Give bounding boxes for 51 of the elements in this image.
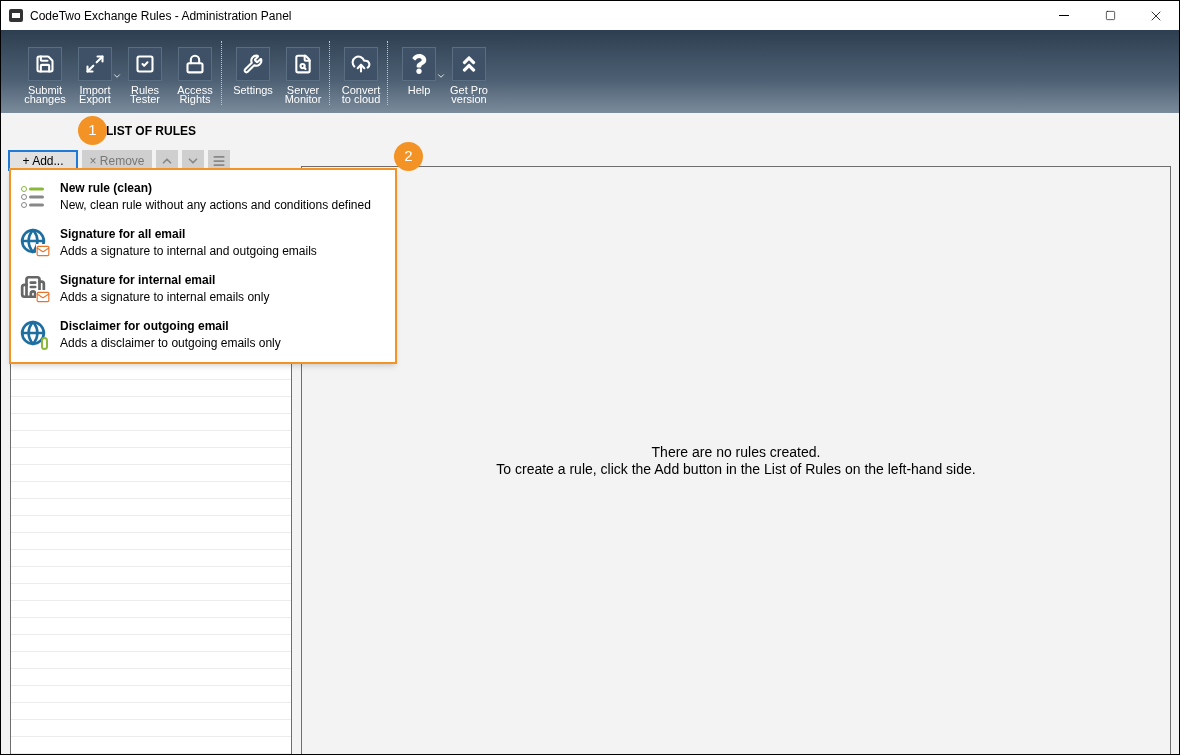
caret-icon: [112, 71, 122, 81]
toolbar-label[interactable]: Settings: [229, 86, 277, 95]
toolbar-icon-button[interactable]: [236, 47, 270, 81]
callout-badge: 2: [394, 142, 423, 171]
toolbar-label[interactable]: Access Rights: [171, 86, 219, 104]
panel-title: LIST OF RULES: [106, 123, 197, 140]
lock-icon: [185, 54, 205, 74]
list-icon: [20, 184, 46, 210]
toolbar-label[interactable]: Help: [395, 86, 443, 95]
menu-item-title[interactable]: Disclaimer for outgoing email: [60, 318, 281, 335]
toolbar-label[interactable]: Import Export: [71, 86, 119, 104]
menu-item-description: Adds a signature to internal emails only: [60, 289, 270, 306]
menu-item-description: Adds a signature to internal and outgoing emails: [60, 243, 317, 260]
minimize-icon: [1059, 15, 1069, 16]
menu-item-description: New, clean rule without any actions and conditions defined: [60, 197, 371, 214]
wrench-icon: [243, 54, 263, 74]
toolbar-label[interactable]: Get Pro version: [445, 86, 493, 104]
toolbar-icon-button[interactable]: [452, 47, 486, 81]
menu-item-description: Adds a disclaimer to outgoing emails only: [60, 335, 281, 352]
menu-item-title[interactable]: Signature for all email: [60, 226, 317, 243]
toolbar-label[interactable]: Rules Tester: [121, 86, 169, 104]
callout-badge: 1: [78, 116, 107, 145]
building-mail-icon: [20, 274, 50, 304]
toolbar-icon-button[interactable]: [344, 47, 378, 81]
document-search-icon: [293, 54, 313, 74]
save-icon: [35, 54, 55, 74]
menu-item-title[interactable]: Signature for internal email: [60, 272, 270, 289]
maximize-icon: [1104, 10, 1116, 21]
toolbar-icon-button[interactable]: [128, 47, 162, 81]
app-icon: [9, 9, 23, 22]
toolbar-label[interactable]: Server Monitor: [279, 86, 327, 104]
empty-state-text: There are no rules created.: [651, 443, 821, 461]
globe-mail-icon: [20, 228, 50, 258]
caret-icon: [436, 71, 446, 81]
checkbox-icon: [135, 54, 155, 74]
toolbar-icon-button[interactable]: [286, 47, 320, 81]
toolbar-icon-button[interactable]: [78, 47, 112, 81]
toolbar-label[interactable]: Submit changes: [21, 86, 69, 104]
double-up-arrow-icon: [459, 54, 479, 74]
toolbar-label[interactable]: Convert to cloud: [337, 86, 385, 104]
menu-item-title[interactable]: New rule (clean): [60, 180, 371, 197]
toolbar-icon-button[interactable]: [402, 47, 436, 81]
globe-document-icon: [20, 320, 50, 350]
hamburger-icon: [212, 153, 226, 168]
window-title: CodeTwo Exchange Rules - Administration Panel: [30, 7, 292, 25]
toolbar-icon-button[interactable]: [28, 47, 62, 81]
toolbar-icon-button[interactable]: [178, 47, 212, 81]
arrows-icon: [85, 54, 105, 74]
question-mark-icon: [409, 54, 429, 74]
empty-state-text: To create a rule, click the Add button in the List of Rules on the left-hand side.: [496, 460, 976, 478]
cloud-upload-icon: [351, 54, 371, 74]
